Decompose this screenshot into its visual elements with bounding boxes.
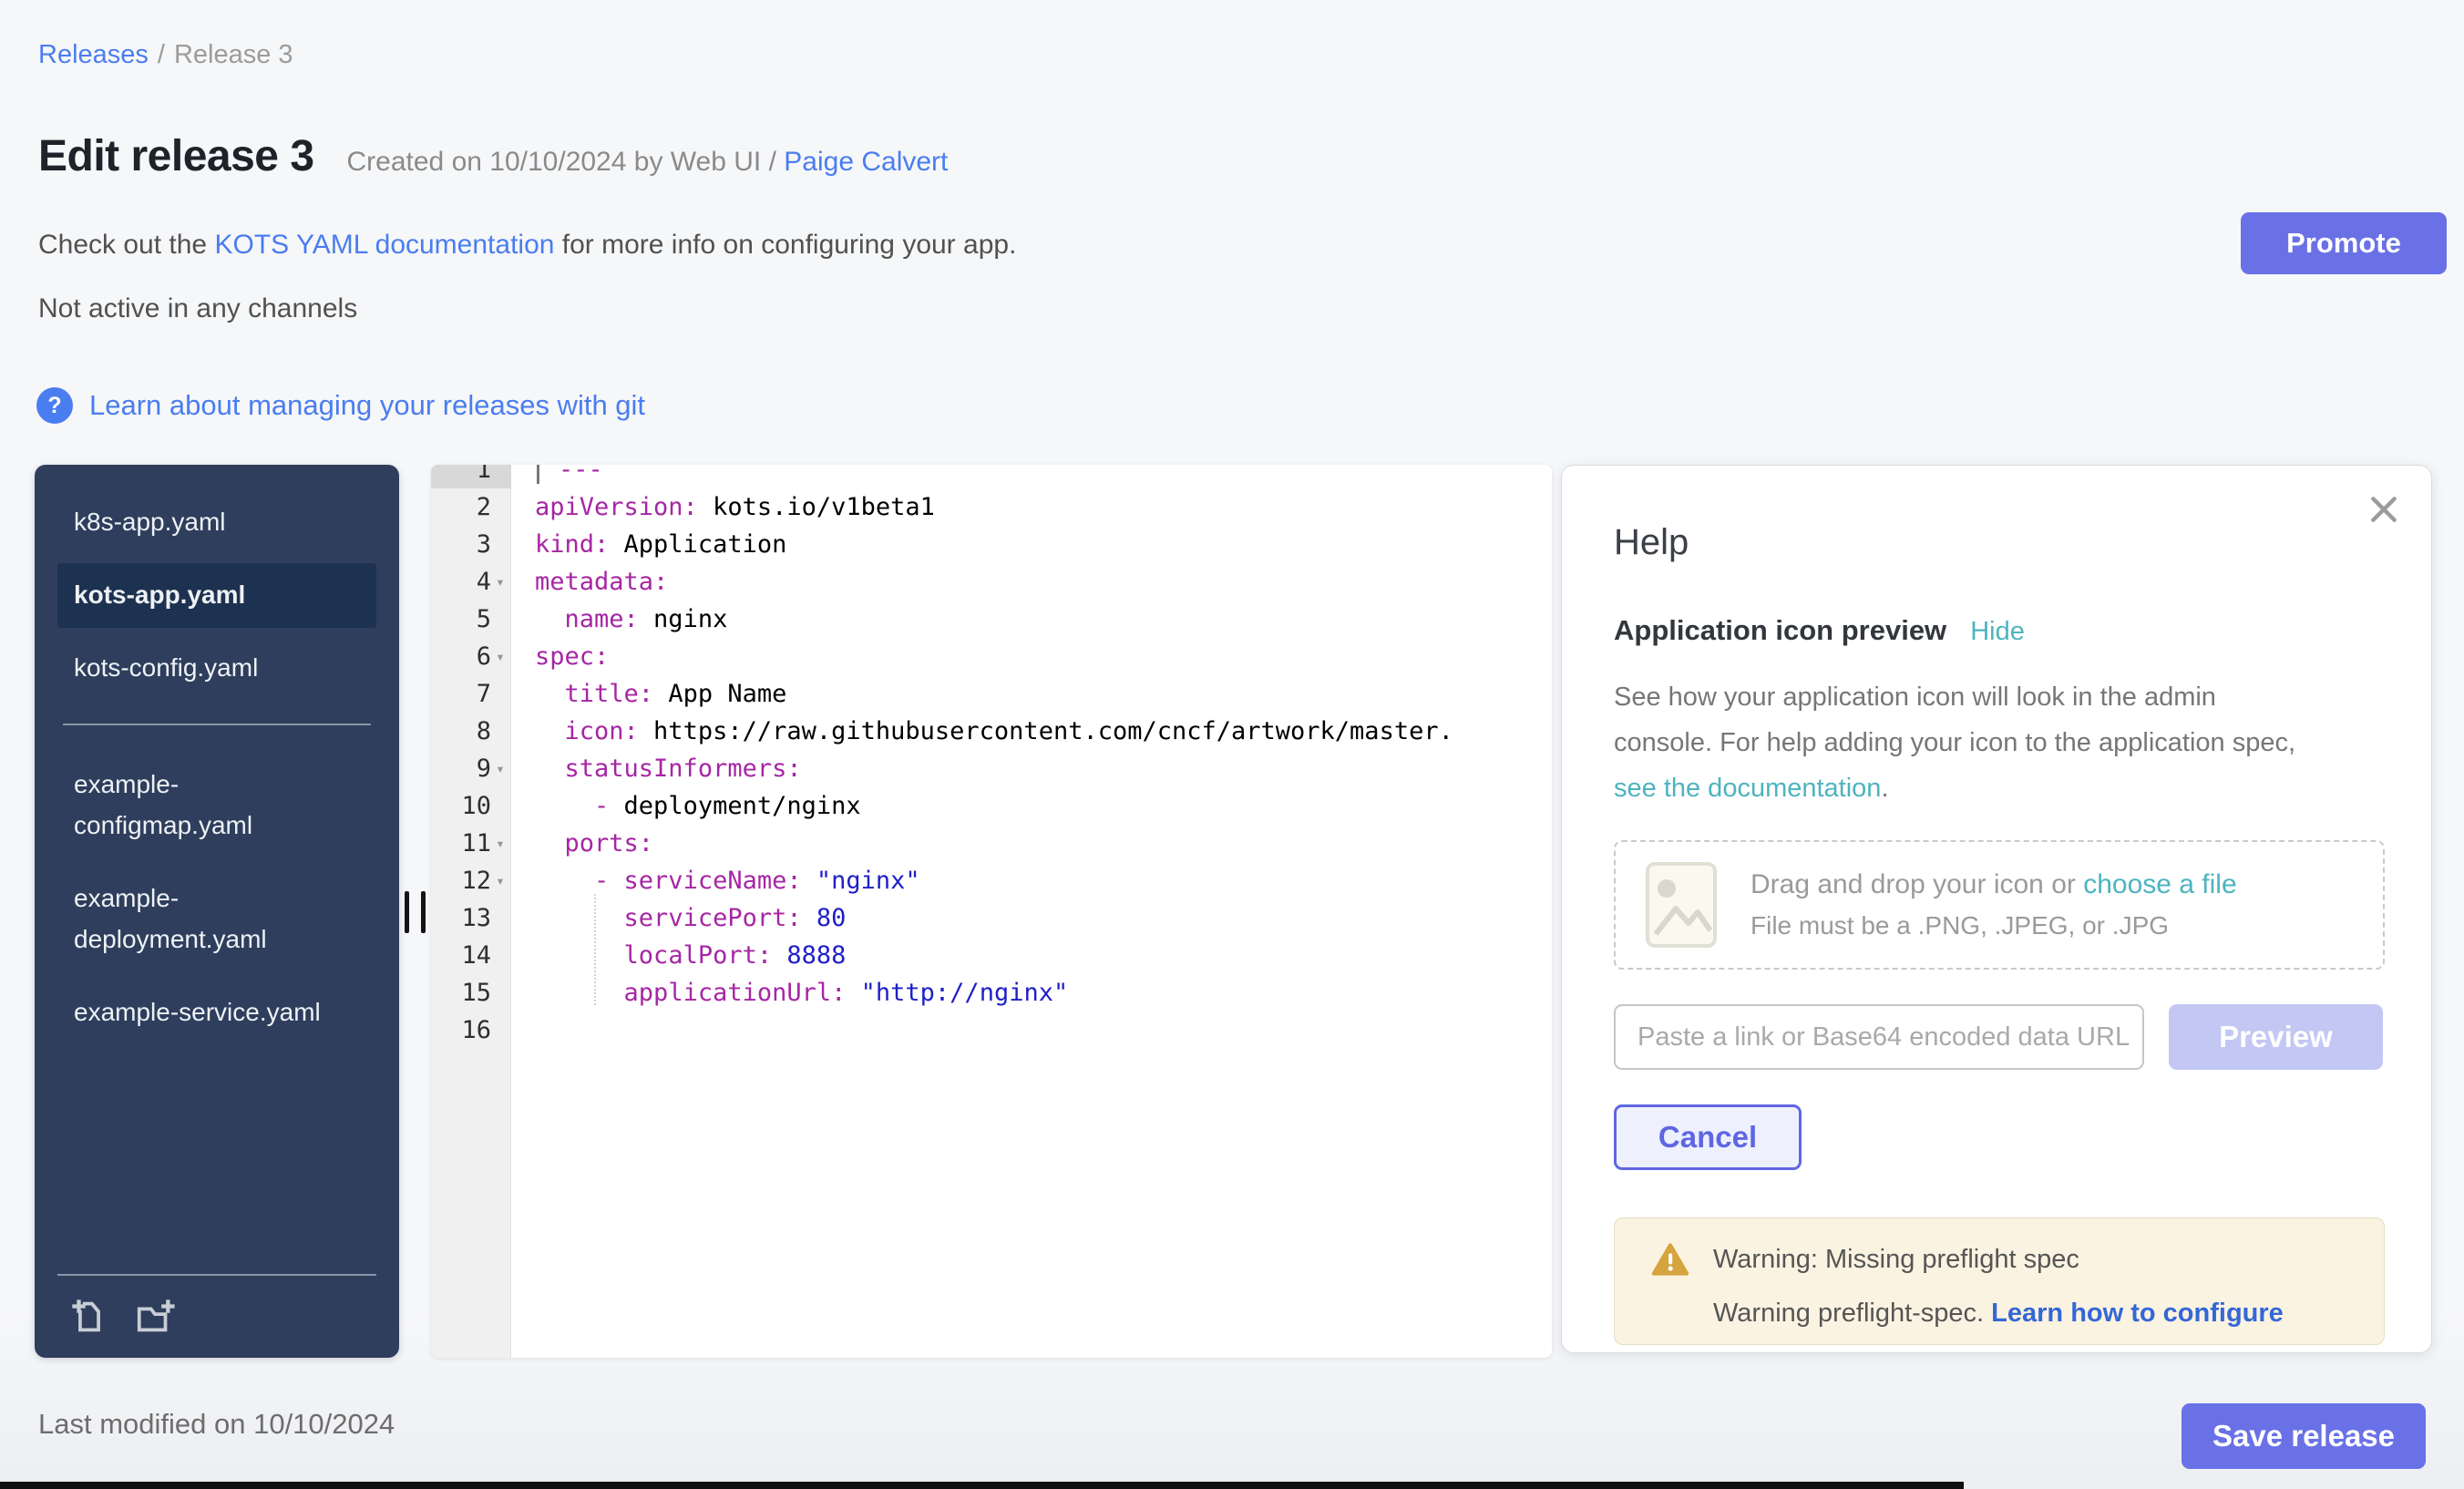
title-row: Edit release 3 Created on 10/10/2024 by … bbox=[38, 131, 948, 181]
editor-gutter: 1▾2▾3▾4▾5▾6▾7▾8▾9▾10▾11▾12▾13▾14▾15▾16▾ bbox=[431, 465, 511, 1049]
file-list-secondary: example-configmap.yamlexample-deployment… bbox=[57, 753, 376, 1044]
breadcrumb-current: Release 3 bbox=[174, 40, 293, 69]
sidebar-footer-divider bbox=[57, 1274, 376, 1276]
help-panel: Help Application icon preview Hide See h… bbox=[1561, 465, 2432, 1353]
gutter-line-number: 13▾ bbox=[431, 899, 511, 937]
page-title: Edit release 3 bbox=[38, 131, 314, 181]
cancel-button[interactable]: Cancel bbox=[1614, 1104, 1802, 1170]
created-info: Created on 10/10/2024 by Web UI / Paige … bbox=[347, 147, 949, 178]
gutter-line-number: 3▾ bbox=[431, 526, 511, 563]
fold-caret-icon[interactable]: ▾ bbox=[491, 835, 509, 852]
yaml-editor[interactable]: 1▾2▾3▾4▾5▾6▾7▾8▾9▾10▾11▾12▾13▾14▾15▾16▾ … bbox=[431, 465, 1552, 1358]
dropzone-text: Drag and drop your icon or choose a file bbox=[1750, 869, 2237, 900]
file-item[interactable]: example-deployment.yaml bbox=[57, 867, 376, 972]
gutter-line-number: 5▾ bbox=[431, 601, 511, 638]
text-cursor bbox=[537, 465, 539, 484]
breadcrumb-separator: / bbox=[158, 40, 165, 69]
file-item[interactable]: kots-app.yaml bbox=[57, 563, 376, 628]
dropzone-hint: File must be a .PNG, .JPEG, or .JPG bbox=[1750, 911, 2237, 940]
created-by-link[interactable]: Paige Calvert bbox=[784, 147, 948, 177]
file-sidebar: k8s-app.yaml kots-app.yaml kots-config.yam… bbox=[35, 465, 399, 1358]
icon-preview-title: Application icon preview bbox=[1614, 614, 1946, 647]
git-help-link[interactable]: Learn about managing your releases with … bbox=[89, 389, 645, 422]
code-line[interactable]: servicePort: 80 bbox=[535, 899, 1552, 937]
gutter-line-number: 16▾ bbox=[431, 1011, 511, 1049]
gutter-line-number: 1▾ bbox=[431, 465, 511, 488]
code-line[interactable]: title: App Name bbox=[535, 675, 1552, 713]
code-line[interactable]: kind: Application bbox=[535, 526, 1552, 563]
code-line[interactable] bbox=[535, 1011, 1552, 1049]
gutter-line-number: 14▾ bbox=[431, 937, 511, 974]
edit-release-page: Releases / Release 3 Edit release 3 Create… bbox=[0, 0, 2464, 1489]
gutter-line-number: 12▾ bbox=[431, 862, 511, 899]
gutter-line-number: 7▾ bbox=[431, 675, 511, 713]
indent-guide bbox=[594, 894, 596, 1005]
close-icon[interactable] bbox=[2366, 491, 2402, 528]
warning-triangle-icon bbox=[1651, 1242, 1689, 1277]
code-line[interactable]: icon: https://raw.githubusercontent.com/… bbox=[535, 713, 1552, 750]
file-item[interactable]: kots-config.yaml bbox=[57, 636, 376, 701]
hide-link[interactable]: Hide bbox=[1970, 617, 2025, 647]
code-line[interactable]: apiVersion: kots.io/v1beta1 bbox=[535, 488, 1552, 526]
gutter-line-number: 8▾ bbox=[431, 713, 511, 750]
breadcrumb: Releases / Release 3 bbox=[38, 40, 293, 70]
gutter-line-number: 11▾ bbox=[431, 825, 511, 862]
choose-file-link[interactable]: choose a file bbox=[2083, 869, 2236, 899]
code-line[interactable]: ports: bbox=[535, 825, 1552, 862]
code-line[interactable]: statusInformers: bbox=[535, 750, 1552, 787]
file-item[interactable]: example-configmap.yaml bbox=[57, 753, 376, 858]
file-item[interactable]: k8s-app.yaml bbox=[57, 490, 376, 555]
code-line[interactable]: name: nginx bbox=[535, 601, 1552, 638]
code-line[interactable]: metadata: bbox=[535, 563, 1552, 601]
gutter-line-number: 6▾ bbox=[431, 638, 511, 675]
question-circle-icon: ? bbox=[36, 387, 73, 424]
gutter-line-number: 2▾ bbox=[431, 488, 511, 526]
code-line[interactable]: spec: bbox=[535, 638, 1552, 675]
icon-dropzone[interactable]: Drag and drop your icon or choose a file… bbox=[1614, 840, 2385, 970]
file-list-primary: k8s-app.yaml kots-app.yaml kots-config.yam… bbox=[57, 490, 376, 700]
gutter-line-number: 4▾ bbox=[431, 563, 511, 601]
fold-caret-icon[interactable]: ▾ bbox=[491, 648, 509, 665]
kots-yaml-docs-link[interactable]: KOTS YAML documentation bbox=[214, 230, 554, 260]
code-line[interactable]: --- bbox=[535, 465, 1552, 488]
fold-caret-icon[interactable]: ▾ bbox=[491, 573, 509, 590]
sidebar-footer bbox=[57, 1274, 376, 1338]
file-item[interactable]: example-service.yaml bbox=[57, 981, 376, 1045]
sidebar-resize-handle[interactable] bbox=[405, 891, 426, 933]
code-line[interactable]: - serviceName: "nginx" bbox=[535, 862, 1552, 899]
breadcrumb-releases-link[interactable]: Releases bbox=[38, 40, 149, 69]
last-modified: Last modified on 10/10/2024 bbox=[38, 1408, 395, 1441]
add-folder-icon[interactable] bbox=[134, 1296, 176, 1338]
warning-title: Warning: Missing preflight spec bbox=[1713, 1245, 2079, 1275]
add-file-icon[interactable] bbox=[68, 1296, 110, 1338]
learn-configure-link[interactable]: Learn how to configure bbox=[1991, 1299, 2284, 1328]
editor-code[interactable]: ---apiVersion: kots.io/v1beta1kind: Appl… bbox=[511, 465, 1552, 1049]
git-help-row: ? Learn about managing your releases wit… bbox=[36, 387, 645, 424]
docs-line: Check out the KOTS YAML documentation fo… bbox=[38, 230, 1016, 261]
preflight-warning: Warning: Missing preflight spec Warning … bbox=[1614, 1217, 2385, 1345]
fold-caret-icon[interactable]: ▾ bbox=[491, 872, 509, 889]
gutter-line-number: 9▾ bbox=[431, 750, 511, 787]
gutter-line-number: 10▾ bbox=[431, 787, 511, 825]
warning-body: Warning preflight-spec. Learn how to con… bbox=[1713, 1299, 2384, 1329]
channel-status: Not active in any channels bbox=[38, 293, 357, 324]
file-list-divider bbox=[63, 724, 371, 725]
promote-button[interactable]: Promote bbox=[2241, 212, 2447, 274]
help-title: Help bbox=[1614, 522, 2383, 563]
code-line[interactable]: localPort: 8888 bbox=[535, 937, 1552, 974]
code-line[interactable]: applicationUrl: "http://nginx" bbox=[535, 974, 1552, 1011]
preview-button[interactable]: Preview bbox=[2169, 1004, 2383, 1070]
image-placeholder-icon bbox=[1645, 861, 1718, 949]
gutter-line-number: 15▾ bbox=[431, 974, 511, 1011]
fold-caret-icon[interactable]: ▾ bbox=[491, 760, 509, 777]
window-edge-bar bbox=[0, 1482, 1964, 1489]
icon-url-input[interactable] bbox=[1614, 1004, 2144, 1070]
icon-preview-description: See how your application icon will look … bbox=[1614, 674, 2320, 811]
save-release-button[interactable]: Save release bbox=[2182, 1403, 2426, 1469]
code-line[interactable]: - deployment/nginx bbox=[535, 787, 1552, 825]
see-documentation-link[interactable]: see the documentation bbox=[1614, 774, 1881, 803]
